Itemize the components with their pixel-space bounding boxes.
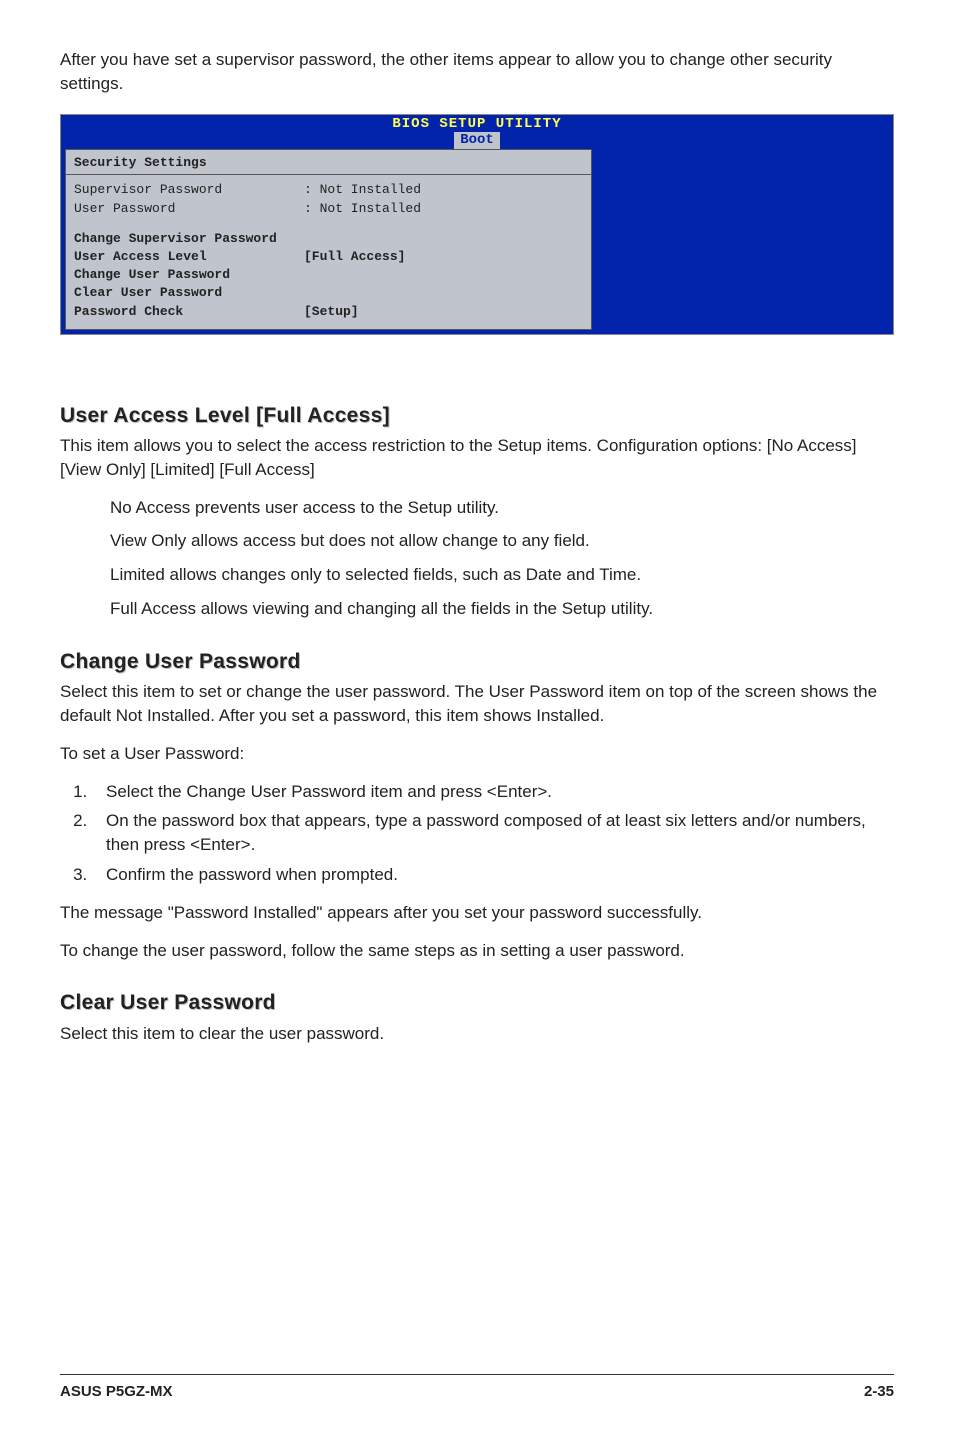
- heading-user-access-level: User Access Level [Full Access]: [60, 401, 894, 430]
- heading-clear-user-password: Clear User Password: [60, 988, 894, 1017]
- bios-header: BIOS SETUP UTILITY Boot: [61, 115, 893, 150]
- bios-panel-title: Security Settings: [74, 154, 583, 172]
- bios-row: Change User Password: [74, 266, 583, 284]
- bios-value: : Not Installed: [304, 200, 421, 218]
- paragraph: The message "Password Installed" appears…: [60, 901, 894, 925]
- bios-value: [Full Access]: [304, 248, 405, 266]
- bios-row: User Access Level [Full Access]: [74, 248, 583, 266]
- paragraph: Select this item to clear the user passw…: [60, 1022, 894, 1046]
- bios-right-column: [592, 149, 889, 330]
- bios-row: Password Check [Setup]: [74, 303, 583, 321]
- intro-paragraph: After you have set a supervisor password…: [60, 48, 894, 96]
- paragraph: This item allows you to select the acces…: [60, 434, 894, 482]
- bios-panel: Security Settings Supervisor Password : …: [65, 149, 592, 330]
- indented-note: Full Access allows viewing and changing …: [110, 597, 894, 621]
- bios-row: Supervisor Password : Not Installed: [74, 181, 583, 199]
- footer-page-number: 2-35: [864, 1381, 894, 1402]
- page-footer: ASUS P5GZ-MX 2-35: [60, 1374, 894, 1402]
- bios-label: User Password: [74, 200, 304, 218]
- paragraph: To change the user password, follow the …: [60, 939, 894, 963]
- bios-row: Change Supervisor Password: [74, 230, 583, 248]
- divider: [66, 174, 591, 175]
- bios-tab-boot: Boot: [454, 132, 500, 149]
- paragraph: Select this item to set or change the us…: [60, 680, 894, 728]
- bios-value: : Not Installed: [304, 181, 421, 199]
- heading-change-user-password: Change User Password: [60, 647, 894, 676]
- bios-label: Supervisor Password: [74, 181, 304, 199]
- list-item: On the password box that appears, type a…: [92, 809, 894, 857]
- bios-label: Clear User Password: [74, 284, 304, 302]
- indented-note: View Only allows access but does not all…: [110, 529, 894, 553]
- bios-value: [Setup]: [304, 303, 359, 321]
- bios-label: Change User Password: [74, 266, 304, 284]
- list-item: Confirm the password when prompted.: [92, 863, 894, 887]
- paragraph: To set a User Password:: [60, 742, 894, 766]
- list-item: Select the Change User Password item and…: [92, 780, 894, 804]
- footer-model: ASUS P5GZ-MX: [60, 1381, 173, 1402]
- bios-row: Clear User Password: [74, 284, 583, 302]
- bios-screenshot: BIOS SETUP UTILITY Boot Security Setting…: [60, 114, 894, 335]
- bios-label: User Access Level: [74, 248, 304, 266]
- indented-note: No Access prevents user access to the Se…: [110, 496, 894, 520]
- bios-label: Change Supervisor Password: [74, 230, 304, 248]
- indented-note: Limited allows changes only to selected …: [110, 563, 894, 587]
- torn-edge-decoration: [60, 353, 894, 375]
- steps-list: Select the Change User Password item and…: [92, 780, 894, 887]
- bios-title: BIOS SETUP UTILITY: [392, 116, 561, 132]
- bios-row: User Password : Not Installed: [74, 200, 583, 218]
- bios-label: Password Check: [74, 303, 304, 321]
